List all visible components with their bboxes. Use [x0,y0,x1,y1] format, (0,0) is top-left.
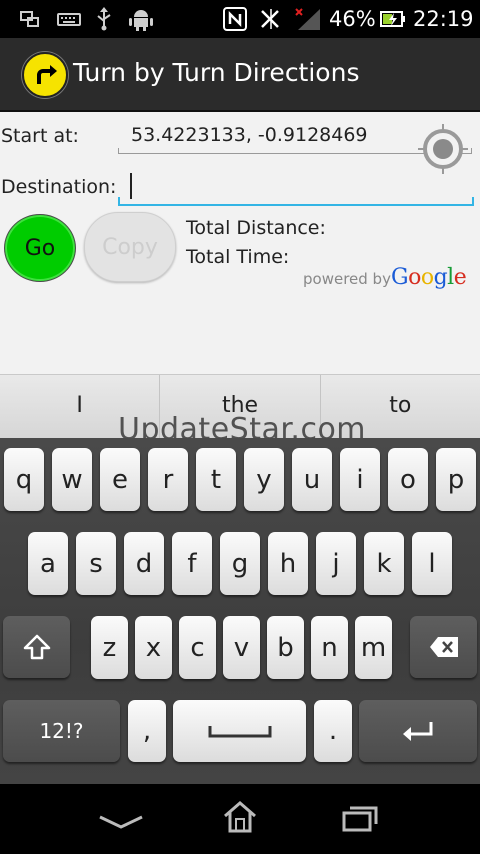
key-q[interactable]: q [4,448,44,511]
key-e[interactable]: e [100,448,140,511]
key-b[interactable]: b [267,616,304,679]
key-s[interactable]: s [76,532,116,595]
key-u[interactable]: u [292,448,332,511]
google-logo: Google [391,265,467,290]
shift-key[interactable] [3,616,70,678]
battery-percent: 46% [329,7,376,31]
screenshot-icon [20,6,40,32]
key-c[interactable]: c [179,616,216,679]
key-h[interactable]: h [268,532,308,595]
key-x[interactable]: x [135,616,172,679]
key-n[interactable]: n [311,616,348,679]
battery-charging-icon [380,6,406,32]
nfc-icon [222,6,248,32]
key-m[interactable]: m [355,616,392,679]
backspace-key[interactable] [410,616,477,678]
powered-by-text: powered by [303,270,391,288]
space-key[interactable] [173,700,306,762]
recent-apps-icon[interactable] [342,804,378,836]
key-d[interactable]: d [124,532,164,595]
key-y[interactable]: y [244,448,284,511]
destination-input[interactable] [118,170,474,206]
key-t[interactable]: t [196,448,236,511]
google-logo-letter: o [408,265,421,290]
key-g[interactable]: g [220,532,260,595]
start-label: Start at: [1,125,79,147]
navigation-bar [0,784,480,854]
comma-key[interactable]: , [128,700,166,762]
key-v[interactable]: v [223,616,260,679]
total-distance-label: Total Distance: [186,217,326,239]
google-logo-letter: o [420,265,434,290]
copy-button[interactable]: Copy [84,212,176,282]
status-bar: 46% 22:19 [0,0,480,38]
start-input[interactable]: 53.4223133, -0.9128469 [131,124,368,146]
screen: 46% 22:19 Turn by Turn Directions Start … [0,0,480,854]
action-bar: Turn by Turn Directions [0,38,480,112]
my-location-icon[interactable] [416,122,470,176]
keyboard-icon [57,6,81,32]
key-l[interactable]: l [412,532,452,595]
android-debug-icon [128,6,154,32]
clock: 22:19 [413,7,474,31]
key-p[interactable]: p [436,448,476,511]
key-z[interactable]: z [91,616,128,679]
back-down-icon[interactable] [98,814,144,833]
text-cursor [130,173,132,199]
key-j[interactable]: j [316,532,356,595]
symbols-key[interactable]: 12!? [3,700,120,762]
key-o[interactable]: o [388,448,428,511]
key-i[interactable]: i [340,448,380,511]
key-k[interactable]: k [364,532,404,595]
key-w[interactable]: w [52,448,92,511]
signal-no-sim-icon [294,6,324,32]
bluetooth-icon [258,6,284,32]
soft-keyboard: 12!? , . qwertyuiop asdfghjkl zxcvbnm [0,438,480,784]
destination-label: Destination: [1,176,117,198]
app-title: Turn by Turn Directions [73,58,360,87]
key-a[interactable]: a [28,532,68,595]
home-icon[interactable] [222,800,258,838]
key-r[interactable]: r [148,448,188,511]
go-button[interactable]: Go [4,214,76,282]
enter-key[interactable] [359,700,477,762]
google-logo-letter: g [433,265,448,290]
destination-input-underline [118,197,474,206]
usb-icon [94,6,114,32]
key-f[interactable]: f [172,532,212,595]
total-time-label: Total Time: [186,246,290,268]
app-logo-icon[interactable] [22,52,68,98]
google-logo-letter: G [391,265,409,290]
period-key[interactable]: . [314,700,352,762]
google-logo-letter: e [453,265,467,290]
